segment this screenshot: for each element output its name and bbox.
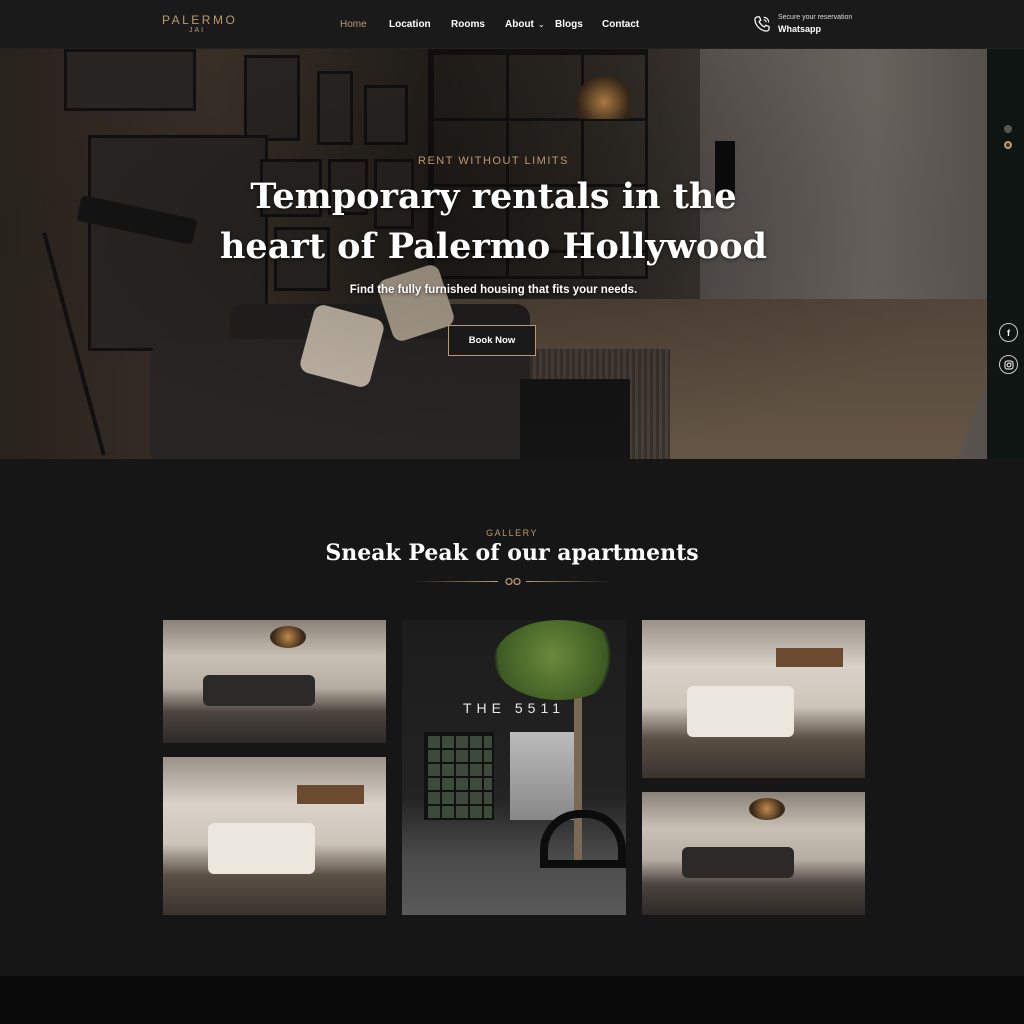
reservation-link[interactable]: Whatsapp bbox=[778, 24, 852, 34]
chevron-down-icon[interactable]: ⌄ bbox=[538, 20, 545, 29]
hero-subtitle: RENT WITHOUT LIMITS bbox=[418, 155, 569, 167]
gallery-title: Sneak Peak of our apartments bbox=[325, 540, 699, 566]
gallery-photo-living-room[interactable] bbox=[642, 792, 865, 915]
building-lobby bbox=[510, 732, 576, 820]
hero-title-line: heart of Palermo Hollywood bbox=[219, 226, 768, 267]
reservation-caption: Secure your reservation bbox=[778, 14, 853, 21]
phone-icon[interactable] bbox=[752, 14, 772, 34]
book-now-button[interactable]: Book Now bbox=[448, 325, 536, 356]
footer bbox=[0, 976, 1024, 1024]
nav-home[interactable]: Home bbox=[340, 19, 367, 30]
divider-line bbox=[526, 581, 610, 582]
instagram-glyph bbox=[1004, 360, 1013, 369]
hero-description: Find the fully furnished housing that fi… bbox=[349, 284, 638, 296]
gallery-photo-bedroom[interactable] bbox=[642, 620, 865, 778]
instagram-icon[interactable] bbox=[999, 355, 1018, 374]
logo[interactable]: PALERMO JAI bbox=[162, 13, 238, 36]
logo-wordmark: PALERMO bbox=[162, 13, 238, 27]
gallery-photo-living-room[interactable] bbox=[163, 620, 386, 743]
building-glass-door bbox=[424, 732, 494, 820]
hero-title-line: Temporary rentals in the bbox=[250, 176, 737, 217]
ornament-icon bbox=[505, 577, 521, 586]
divider-line bbox=[414, 581, 498, 582]
gallery-label: GALLERY bbox=[486, 528, 538, 538]
nav-rooms[interactable]: Rooms bbox=[451, 19, 485, 30]
hero-title: Temporary rentals in the heart of Palerm… bbox=[0, 172, 987, 272]
slider-dot[interactable] bbox=[1004, 125, 1012, 133]
nav-about[interactable]: About bbox=[505, 19, 534, 30]
tree-canopy bbox=[494, 620, 624, 700]
logo-subtitle: JAI bbox=[188, 27, 206, 34]
page: PALERMO JAI Home Location Rooms About Bl… bbox=[0, 0, 1024, 1024]
facebook-icon[interactable]: f bbox=[999, 323, 1018, 342]
nav-location[interactable]: Location bbox=[389, 19, 431, 30]
whatsapp-reservation[interactable]: Secure your reservation Whatsapp bbox=[778, 14, 852, 34]
slider-dot-active[interactable] bbox=[1004, 141, 1012, 149]
side-rail bbox=[987, 49, 1024, 459]
section-divider bbox=[414, 577, 610, 586]
nav-contact[interactable]: Contact bbox=[602, 19, 639, 30]
gallery-photo-bedroom[interactable] bbox=[163, 757, 386, 915]
gallery-photo-building[interactable]: THE 5511 bbox=[402, 620, 626, 915]
building-sign: THE 5511 bbox=[463, 700, 565, 716]
nav-blogs[interactable]: Blogs bbox=[555, 19, 583, 30]
site-header: PALERMO JAI Home Location Rooms About Bl… bbox=[0, 0, 1024, 49]
hero-banner: RENT WITHOUT LIMITS Temporary rentals in… bbox=[0, 49, 987, 459]
